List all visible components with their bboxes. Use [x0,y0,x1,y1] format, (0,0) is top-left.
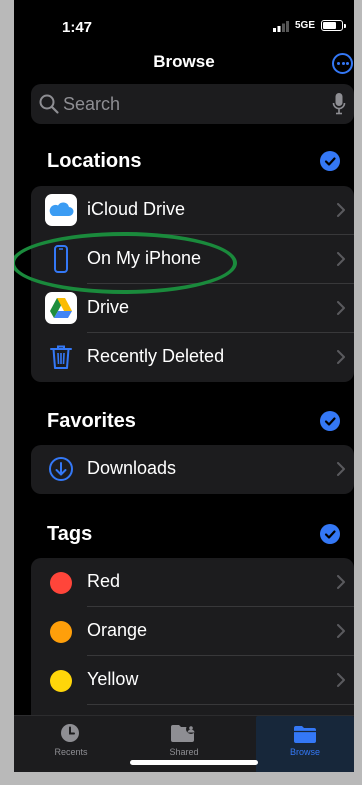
icloud-icon [45,194,77,226]
tag-red[interactable]: Red [31,558,354,607]
tag-orange[interactable]: Orange [31,607,354,656]
location-label: iCloud Drive [87,199,186,219]
tag-color-dot [50,621,72,643]
locations-collapse-icon[interactable] [320,151,340,171]
search-icon [39,94,59,114]
tab-label: Recents [54,747,88,757]
tags-list: Red Orange Yellow [31,558,354,728]
favorite-label: Downloads [87,458,177,478]
tab-browse[interactable]: Browse [256,716,354,772]
chevron-right-icon [337,350,345,364]
favorites-header[interactable]: Favorites [47,410,136,433]
battery-icon [321,20,346,31]
download-icon [49,457,73,481]
location-label: Drive [87,297,130,317]
tag-color-dot [50,670,72,692]
home-indicator[interactable] [130,760,258,765]
microphone-icon[interactable] [332,92,346,116]
chevron-right-icon [337,301,345,315]
chevron-right-icon [337,203,345,217]
status-bar: 1:47 5GE [14,0,354,50]
tag-yellow[interactable]: Yellow [31,656,354,705]
clock-icon [61,724,79,742]
status-time: 1:47 [62,19,93,36]
google-drive-icon [45,292,77,324]
favorite-downloads[interactable]: Downloads [31,445,354,494]
tag-label: Red [87,571,121,591]
chevron-right-icon [337,462,345,476]
signal-icon [273,21,289,32]
shared-folder-icon [171,724,196,742]
tag-color-dot [50,572,72,594]
more-options-button[interactable] [332,53,353,74]
chevron-right-icon [337,575,345,589]
trash-icon [50,345,72,369]
location-icloud-drive[interactable]: iCloud Drive [31,186,354,235]
locations-header[interactable]: Locations [47,150,141,173]
network-label: 5GE [295,20,316,31]
tab-recents[interactable]: Recents [14,716,128,772]
page-title: Browse [153,52,215,71]
chevron-right-icon [337,673,345,687]
tags-header[interactable]: Tags [47,523,92,546]
location-recently-deleted[interactable]: Recently Deleted [31,333,354,382]
tab-label: Shared [169,747,199,757]
chevron-right-icon [337,252,345,266]
tag-label: Yellow [87,669,139,689]
folder-icon [294,726,316,743]
annotation-ellipse [14,232,237,294]
tag-label: Orange [87,620,148,640]
location-label: Recently Deleted [87,346,225,366]
phone-screen: 1:47 5GE Browse Search Locations iCloud … [14,0,354,772]
search-placeholder: Search [63,94,121,114]
tab-label: Browse [289,747,320,757]
favorites-collapse-icon[interactable] [320,411,340,431]
chevron-right-icon [337,624,345,638]
search-input[interactable]: Search [31,84,354,124]
tags-collapse-icon[interactable] [320,524,340,544]
favorites-list: Downloads [31,445,354,494]
